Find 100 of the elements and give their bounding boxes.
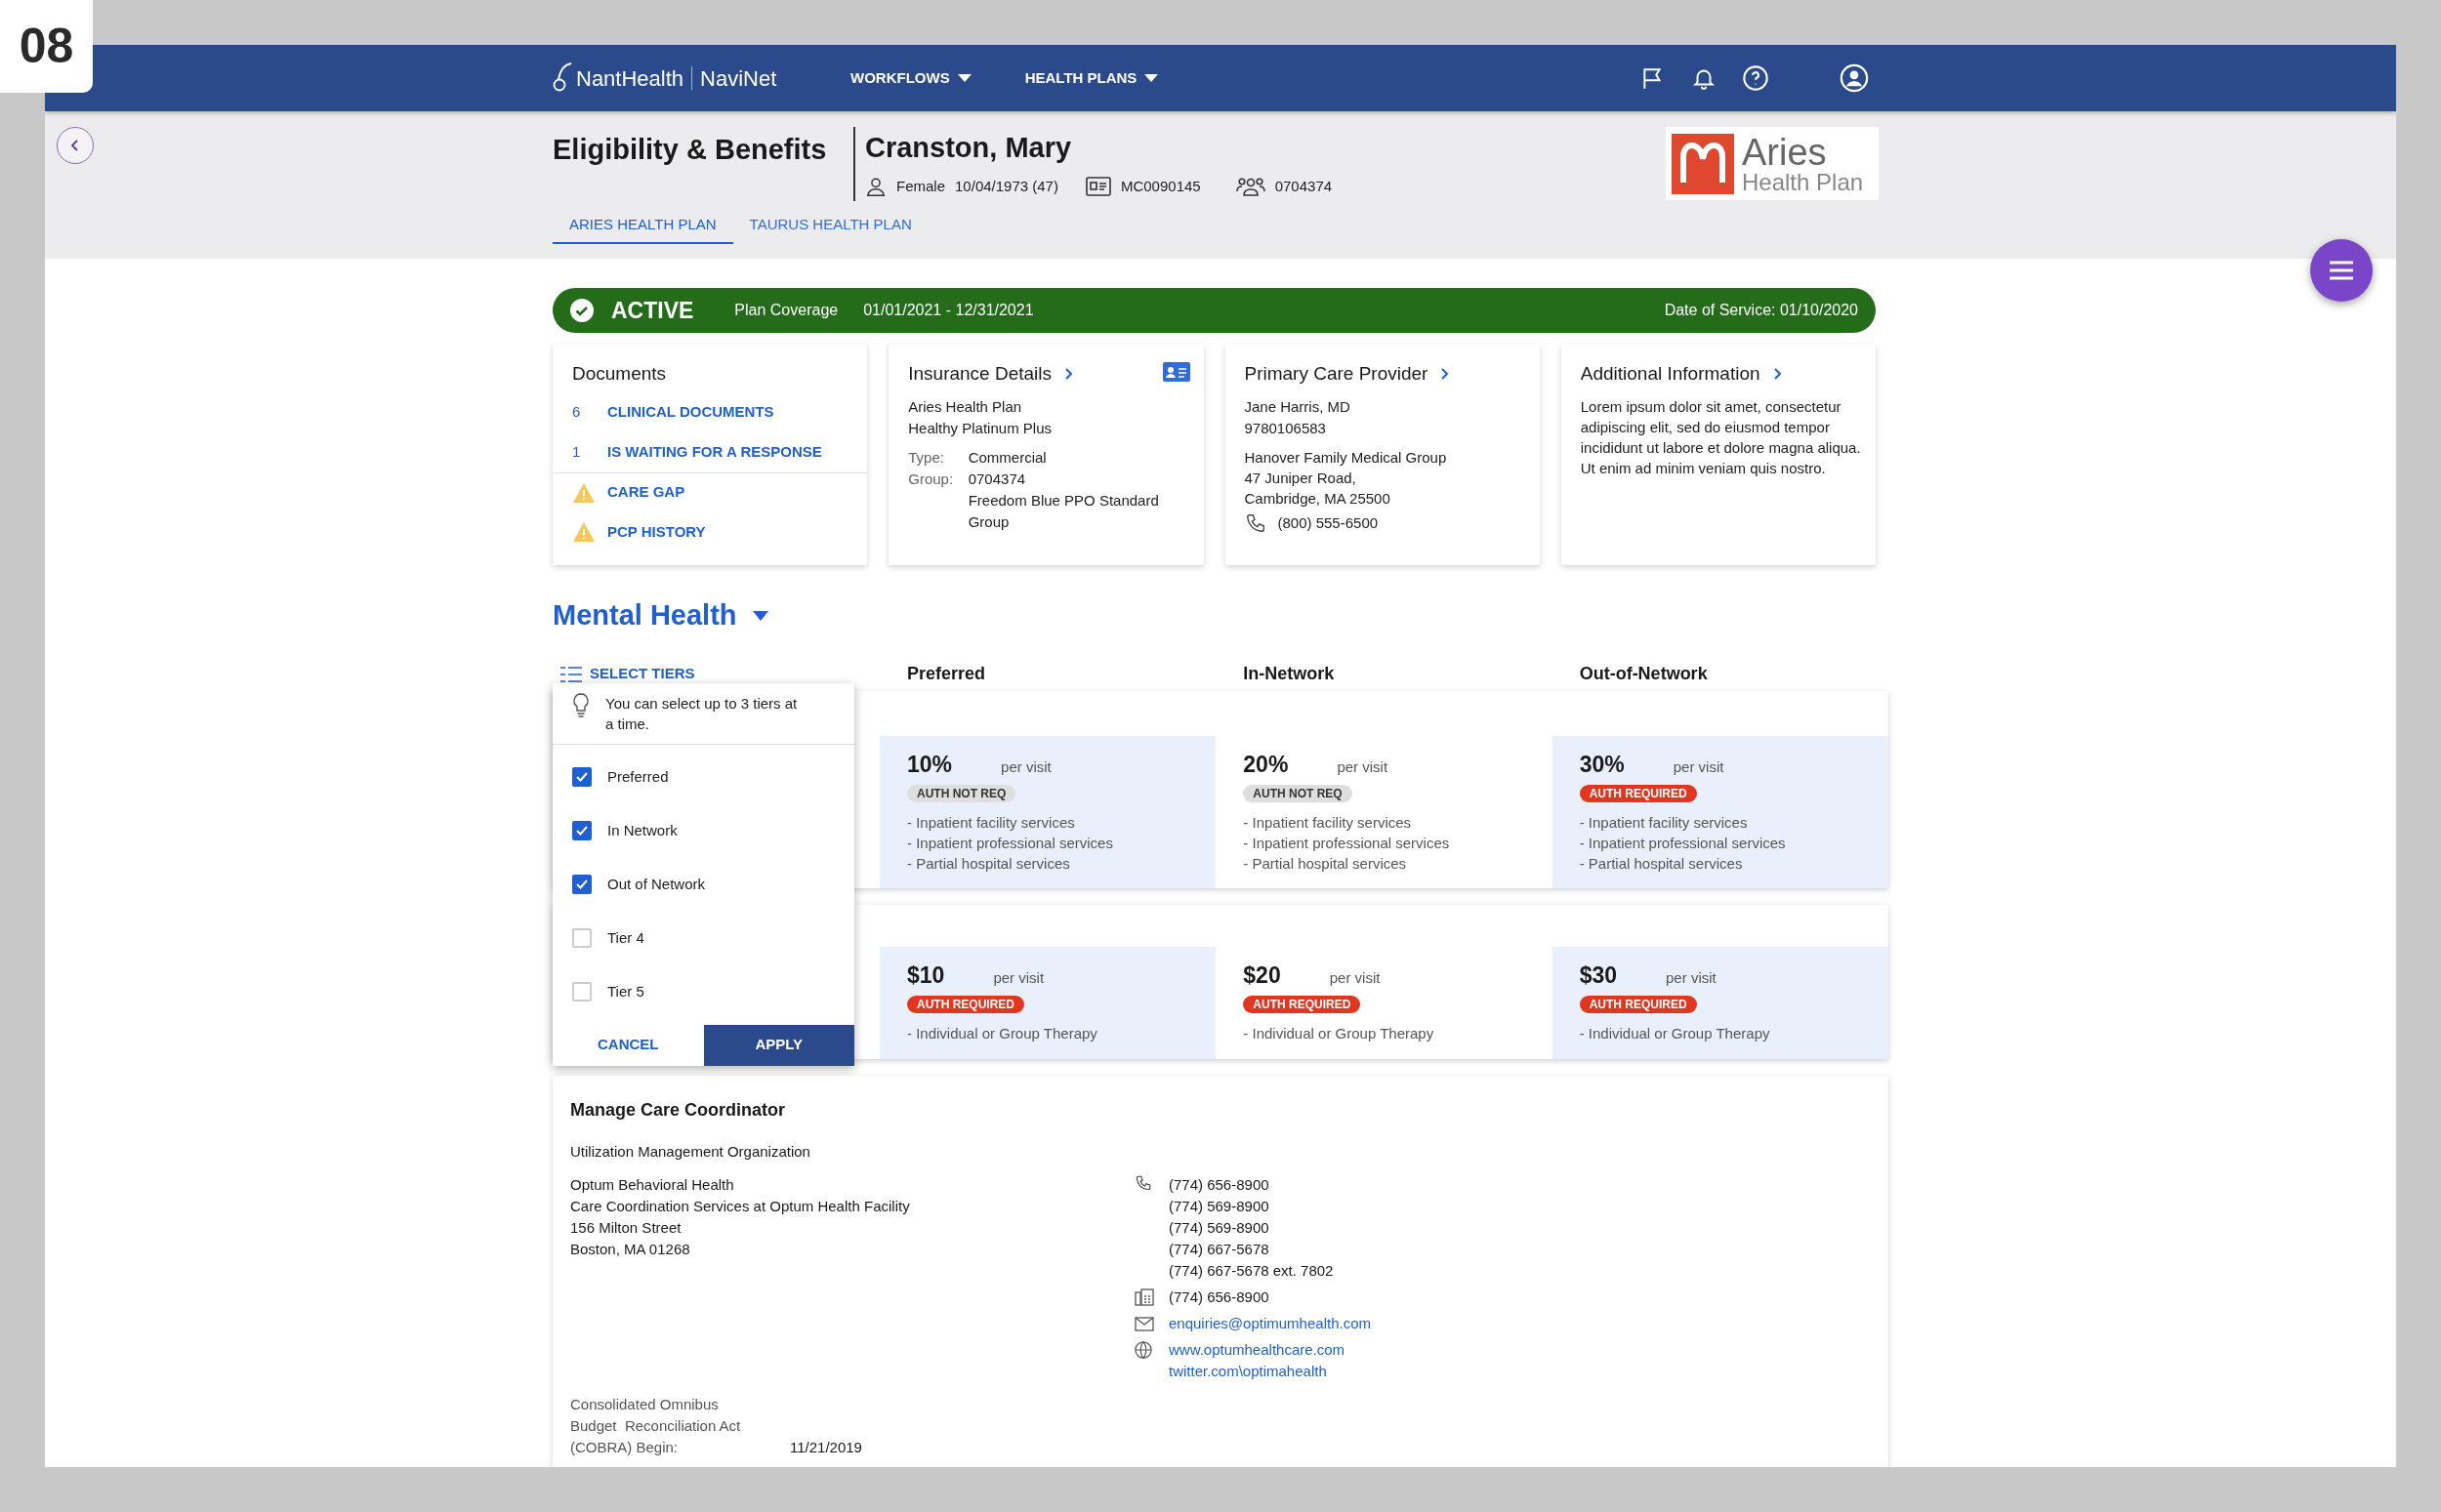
field-label: Type: xyxy=(908,447,945,468)
plan-logo-subtitle: Health Plan xyxy=(1742,170,1864,194)
phone-number: (800) 555-6500 xyxy=(1277,512,1379,533)
benefit-unit: per visit xyxy=(1337,756,1388,777)
section-title[interactable]: Mental Health xyxy=(553,594,737,637)
service-text: - Individual or Group Therapy xyxy=(1579,1024,1771,1043)
nav-menu[interactable]: HEALTH PLANS xyxy=(1024,66,1159,90)
auth-tag: AUTH NOT REQ xyxy=(907,785,1016,802)
column-header: Preferred xyxy=(906,663,987,685)
document-count: 6 xyxy=(572,401,582,422)
tier-checkbox[interactable]: In Network xyxy=(553,803,854,858)
caret-icon[interactable] xyxy=(957,74,972,82)
group-id: 0704374 xyxy=(1274,176,1333,196)
chevron-icon[interactable] xyxy=(1771,367,1782,382)
document-link[interactable]: IS WAITING FOR A RESPONSE xyxy=(607,440,822,464)
list-icon[interactable] xyxy=(560,665,582,683)
card-title[interactable]: Primary Care Provider xyxy=(1244,360,1428,388)
service-text: - Inpatient professional services xyxy=(907,834,1114,853)
card-title: Documents xyxy=(572,362,667,386)
chevron-icon[interactable] xyxy=(1063,367,1074,382)
plan-tab[interactable]: ARIES HEALTH PLAN xyxy=(553,207,733,244)
cobra-label: Consolidated Omnibus xyxy=(570,1395,720,1414)
fab-menu-button[interactable] xyxy=(2310,239,2373,302)
provider-text: Jane Harris, MD xyxy=(1244,396,1351,417)
tier-checkbox[interactable]: Preferred xyxy=(553,750,854,804)
phone-icon xyxy=(1244,511,1266,534)
benefit-amount: 20% xyxy=(1243,750,1289,779)
patient-dob: 10/04/1973 (47) xyxy=(955,176,1058,196)
caret-icon[interactable] xyxy=(1144,74,1159,82)
patient-gender: Female xyxy=(896,176,946,196)
cobra-label: Budget Reconciliation Act xyxy=(570,1416,742,1436)
check-icon[interactable] xyxy=(575,824,589,838)
coverage-dates: 01/01/2021 - 12/31/2021 xyxy=(863,301,1034,320)
benefit-unit: per visit xyxy=(1001,756,1052,777)
service-text: - Partial hospital services xyxy=(1243,854,1408,874)
warning-icon xyxy=(572,521,596,543)
card-title: Manage Care Coordinator xyxy=(570,1098,787,1122)
id-card-icon[interactable] xyxy=(1162,362,1190,382)
service-text: - Inpatient facility services xyxy=(1243,813,1413,833)
auth-tag: AUTH NOT REQ xyxy=(1243,785,1352,802)
page-title: Eligibility & Benefits xyxy=(553,133,828,167)
service-text: - Inpatient professional services xyxy=(1243,834,1451,853)
envelope-icon xyxy=(1135,1316,1154,1331)
service-text: - Partial hospital services xyxy=(907,854,1071,874)
tier-checkbox[interactable]: Tier 5 xyxy=(553,964,854,1019)
address-line: Hanover Family Medical Group xyxy=(1244,447,1448,468)
email-link[interactable]: enquiries@optimumhealth.com xyxy=(1169,1313,1371,1334)
benefit-unit: per visit xyxy=(993,967,1045,988)
web-link[interactable]: twitter.com\optimahealth xyxy=(1169,1361,1345,1382)
product-name[interactable]: NaviNet xyxy=(700,61,777,95)
patient-name: Cranston, Mary xyxy=(865,131,1073,165)
benefit-amount: 30% xyxy=(1579,750,1625,779)
fax-number: (774) 656-8900 xyxy=(1169,1287,1269,1307)
phone-number: (774) 667-5678 ext. 7802 xyxy=(1169,1261,1334,1281)
hint-text: You can select up to 3 tiers at a time. xyxy=(605,693,799,734)
address-line: 156 Milton Street xyxy=(570,1218,683,1238)
caret-icon[interactable] xyxy=(752,610,768,621)
web-link[interactable]: www.optumhealthcare.com xyxy=(1169,1339,1345,1361)
benefit-unit: per visit xyxy=(1673,756,1724,777)
member-id: MC0090145 xyxy=(1120,176,1201,196)
field-label: Group: xyxy=(908,469,955,489)
select-tiers-button[interactable]: SELECT TIERS xyxy=(553,663,880,685)
help-icon[interactable] xyxy=(1742,64,1769,92)
menu-icon[interactable] xyxy=(2329,261,2354,280)
id-card-icon xyxy=(1085,176,1111,196)
fax-icon xyxy=(1135,1288,1154,1306)
service-text: - Inpatient professional services xyxy=(1579,834,1787,853)
coverage-label: Plan Coverage xyxy=(734,301,839,320)
info-paragraph: Lorem ipsum dolor sit amet, consectetur adipiscing elit, sed do eiusmod tempor incididunt ut labore et dolore magna aliqua. Ut enim ad minim veniam quis nostro. xyxy=(1580,396,1862,478)
plan-tab[interactable]: TAURUS HEALTH PLAN xyxy=(732,207,929,244)
card-title[interactable]: Additional Information xyxy=(1580,360,1760,388)
chevron-icon[interactable] xyxy=(1439,367,1450,382)
nav-menu[interactable]: WORKFLOWS xyxy=(850,66,972,90)
warning-icon xyxy=(572,481,596,504)
document-link[interactable]: CLINICAL DOCUMENTS xyxy=(607,400,774,424)
tier-checkbox[interactable]: Tier 4 xyxy=(553,911,854,965)
auth-tag: AUTH REQUIRED xyxy=(1579,785,1697,802)
field-value: 0704374 xyxy=(968,469,1027,489)
card-title[interactable]: Insurance Details xyxy=(908,360,1053,388)
benefit-amount: $10 xyxy=(907,960,945,990)
user-icon[interactable] xyxy=(1840,63,1869,93)
document-link[interactable]: PCP HISTORY xyxy=(607,520,706,544)
service-text: - Inpatient facility services xyxy=(907,813,1076,833)
check-circle-icon xyxy=(570,299,594,322)
cobra-label: (COBRA) Begin: xyxy=(570,1438,680,1457)
benefit-unit: per visit xyxy=(1329,967,1381,988)
aries-logo-icon xyxy=(1672,133,1734,194)
tier-checkbox[interactable]: Out of Network xyxy=(553,857,854,912)
phone-number: (774) 667-5678 xyxy=(1169,1240,1270,1259)
check-icon[interactable] xyxy=(575,878,589,891)
apply-button[interactable]: APPLY xyxy=(703,1024,854,1066)
phone-number: (774) 656-8900 xyxy=(1169,1175,1270,1195)
field-value: Commercial xyxy=(968,447,1048,468)
document-link[interactable]: CARE GAP xyxy=(607,481,685,504)
plan-text: Healthy Platinum Plus xyxy=(908,418,1053,438)
chevron-icon[interactable] xyxy=(70,140,80,151)
brand-name[interactable]: NantHealth xyxy=(576,61,684,95)
cancel-button[interactable]: CANCEL xyxy=(553,1024,704,1066)
check-icon[interactable] xyxy=(575,770,589,784)
cobra-date: 11/21/2019 xyxy=(790,1438,862,1457)
